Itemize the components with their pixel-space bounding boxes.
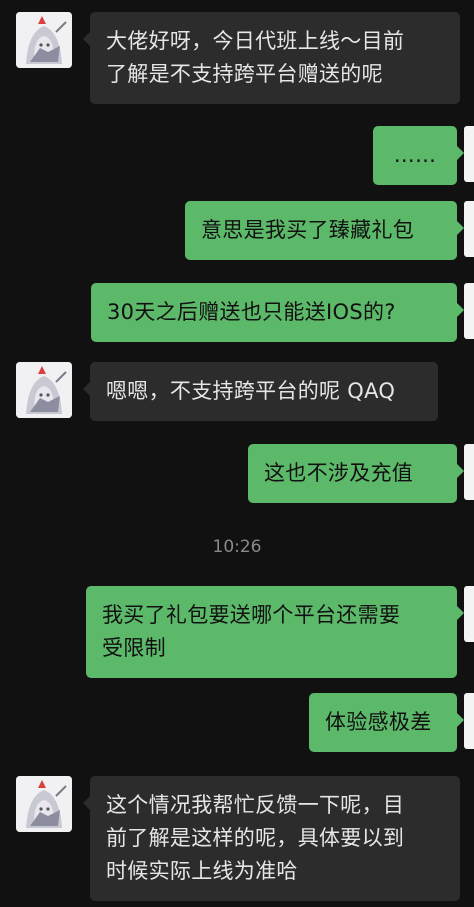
message-bubble-outgoing[interactable]: …… bbox=[373, 126, 464, 185]
message-bubble-outgoing[interactable]: 意思是我买了臻藏礼包 bbox=[185, 201, 464, 260]
self-avatar[interactable] bbox=[464, 586, 474, 642]
agent-avatar[interactable] bbox=[16, 776, 72, 832]
self-avatar[interactable] bbox=[464, 693, 474, 749]
agent-avatar[interactable] bbox=[16, 12, 72, 68]
chat-screen: 大佬好呀，今日代班上线～目前 了解是不支持跨平台赠送的呢 …… 意思是我买了臻藏… bbox=[0, 0, 474, 907]
message-bubble-outgoing[interactable]: 这也不涉及充值 bbox=[248, 444, 464, 503]
self-avatar[interactable] bbox=[464, 201, 474, 257]
message-bubble-incoming[interactable]: 大佬好呀，今日代班上线～目前 了解是不支持跨平台赠送的呢 bbox=[83, 12, 460, 104]
self-avatar[interactable] bbox=[464, 444, 474, 500]
message-bubble-incoming[interactable]: 嗯嗯，不支持跨平台的呢 QAQ bbox=[83, 362, 438, 421]
message-bubble-outgoing[interactable]: 我买了礼包要送哪个平台还需要 受限制 bbox=[86, 586, 464, 678]
self-avatar[interactable] bbox=[464, 283, 474, 339]
self-avatar[interactable] bbox=[464, 126, 474, 182]
agent-avatar[interactable] bbox=[16, 362, 72, 418]
message-bubble-outgoing[interactable]: 体验感极差 bbox=[309, 693, 464, 752]
message-timestamp: 10:26 bbox=[212, 537, 262, 557]
message-bubble-incoming[interactable]: 这个情况我帮忙反馈一下呢，目 前了解是这样的呢，具体要以到 时候实际上线为准哈 bbox=[83, 776, 460, 901]
message-bubble-outgoing[interactable]: 30天之后赠送也只能送IOS的? bbox=[91, 283, 464, 342]
